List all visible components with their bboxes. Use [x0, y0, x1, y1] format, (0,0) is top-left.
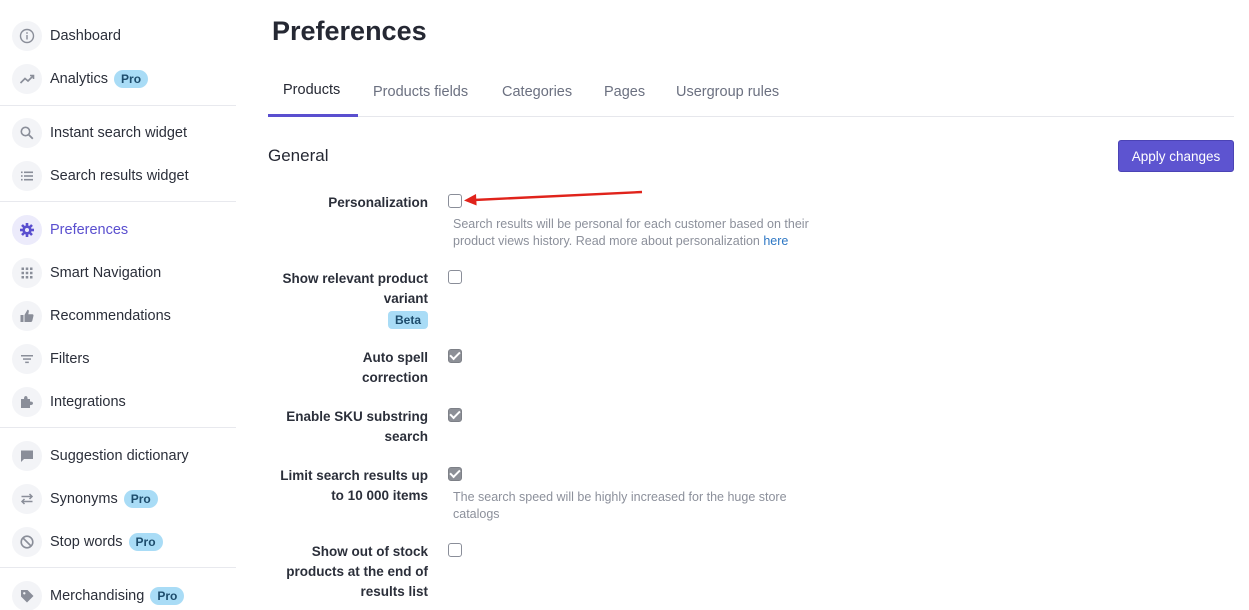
- tab-bar: Products Products fields Categories Page…: [268, 66, 1234, 117]
- search-icon: [12, 118, 42, 148]
- limit-results-help: The search speed will be highly increase…: [453, 490, 787, 521]
- sidebar-divider: [0, 567, 236, 568]
- sidebar-item-preferences[interactable]: Preferences: [12, 212, 128, 248]
- tab-products-fields[interactable]: Products fields: [358, 66, 483, 117]
- sidebar-divider: [0, 201, 236, 202]
- personalization-help-link[interactable]: here: [763, 234, 788, 248]
- sidebar: Dashboard Analytics Pro Instant search w…: [0, 0, 236, 610]
- sidebar-item-label: Preferences: [50, 222, 129, 238]
- sidebar-item-instant-search-widget[interactable]: Instant search widget: [12, 115, 187, 151]
- limit-results-checkbox[interactable]: [448, 467, 462, 481]
- list-icon: [12, 161, 42, 191]
- chat-icon: [12, 441, 42, 471]
- pro-badge: Pro: [114, 70, 149, 88]
- beta-badge: Beta: [387, 311, 428, 329]
- tab-products[interactable]: Products: [268, 66, 358, 117]
- sidebar-item-label: Stop words: [50, 534, 123, 550]
- info-icon: [12, 21, 42, 51]
- sidebar-item-label: Instant search widget: [50, 125, 188, 141]
- tab-categories[interactable]: Categories: [487, 66, 587, 117]
- sidebar-item-recommendations[interactable]: Recommendations: [12, 298, 171, 334]
- sidebar-item-filters[interactable]: Filters: [12, 341, 89, 377]
- sidebar-item-suggestion-dictionary[interactable]: Suggestion dictionary: [12, 438, 189, 474]
- sku-substring-checkbox[interactable]: [448, 408, 462, 422]
- sidebar-item-label: Analytics: [50, 71, 109, 87]
- out-of-stock-label: Show out of stock products at the end of…: [286, 544, 428, 599]
- limit-results-label: Limit search results up to 10 000 items: [280, 468, 428, 503]
- puzzle-icon: [12, 387, 42, 417]
- thumbs-up-icon: [12, 301, 42, 331]
- relevant-variant-label: Show relevant product variant Beta: [282, 271, 428, 329]
- swap-icon: [12, 484, 42, 514]
- trend-icon: [12, 64, 42, 94]
- sidebar-item-label: Filters: [50, 351, 90, 367]
- auto-spell-checkbox[interactable]: [448, 349, 462, 363]
- sidebar-item-synonyms[interactable]: Synonyms Pro: [12, 481, 158, 517]
- sidebar-item-label: Dashboard: [50, 28, 121, 44]
- gear-icon: [12, 215, 42, 245]
- pro-badge: Pro: [123, 490, 158, 508]
- sidebar-item-integrations[interactable]: Integrations: [12, 384, 126, 420]
- personalization-checkbox[interactable]: [448, 194, 462, 208]
- sidebar-divider: [0, 105, 236, 106]
- sidebar-item-analytics[interactable]: Analytics Pro: [12, 61, 149, 97]
- tag-icon: [12, 581, 42, 610]
- relevant-variant-checkbox[interactable]: [448, 270, 462, 284]
- section-title: General: [268, 146, 329, 165]
- pro-badge: Pro: [128, 533, 163, 551]
- sidebar-item-stop-words[interactable]: Stop words Pro: [12, 524, 163, 560]
- sidebar-divider: [0, 427, 236, 428]
- pro-badge: Pro: [150, 587, 185, 605]
- sidebar-item-label: Suggestion dictionary: [50, 448, 189, 464]
- sidebar-item-label: Recommendations: [50, 308, 171, 324]
- filter-icon: [12, 344, 42, 374]
- red-arrow-annotation: [464, 190, 643, 206]
- page-title: Preferences: [272, 16, 427, 46]
- sku-substring-label: Enable SKU substring search: [286, 409, 428, 444]
- grid-icon: [12, 258, 42, 288]
- sidebar-item-dashboard[interactable]: Dashboard: [12, 18, 121, 54]
- sidebar-item-merchandising[interactable]: Merchandising Pro: [12, 578, 185, 610]
- sidebar-item-label: Integrations: [50, 394, 126, 410]
- auto-spell-label: Auto spell correction: [361, 350, 428, 385]
- sidebar-item-label: Merchandising: [50, 588, 145, 604]
- sidebar-item-label: Synonyms: [50, 491, 118, 507]
- out-of-stock-checkbox[interactable]: [448, 543, 462, 557]
- block-icon: [12, 527, 42, 557]
- apply-changes-button[interactable]: Apply changes: [1118, 140, 1234, 172]
- sidebar-item-label: Smart Navigation: [50, 265, 162, 281]
- tab-usergroup-rules[interactable]: Usergroup rules: [661, 66, 794, 117]
- tab-pages[interactable]: Pages: [589, 66, 660, 117]
- sidebar-item-search-results-widget[interactable]: Search results widget: [12, 158, 189, 194]
- personalization-label: Personalization: [328, 195, 428, 210]
- sidebar-item-label: Search results widget: [50, 168, 189, 184]
- personalization-help: Search results will be personal for each…: [453, 217, 809, 248]
- sidebar-item-smart-navigation[interactable]: Smart Navigation: [12, 255, 161, 291]
